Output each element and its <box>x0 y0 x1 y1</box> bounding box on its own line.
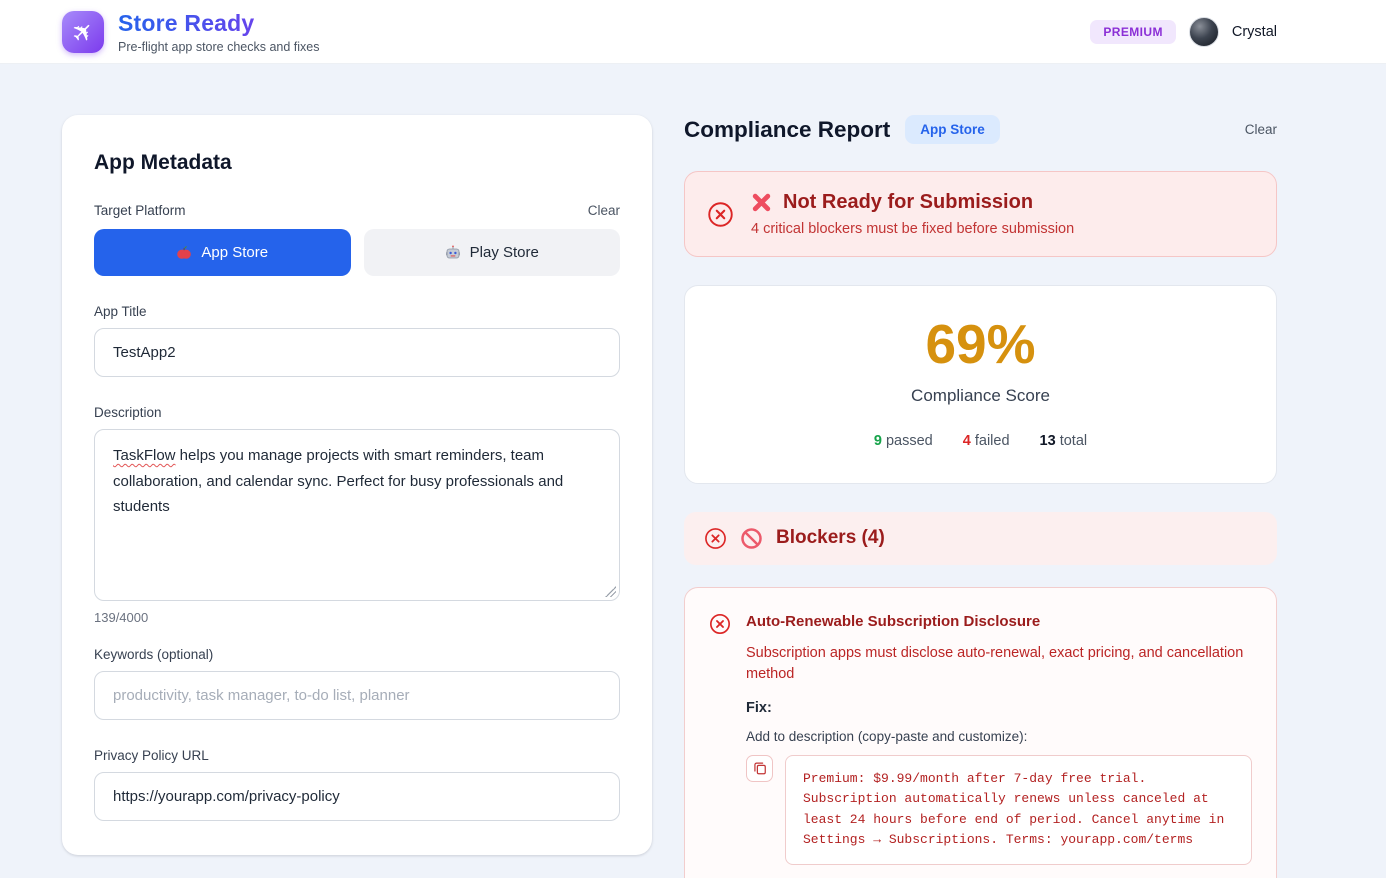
score-label: Compliance Score <box>705 386 1256 406</box>
airplane-icon: ✈ <box>66 15 100 49</box>
metadata-card-title: App Metadata <box>94 151 620 175</box>
not-ready-alert: Not Ready for Submission 4 critical bloc… <box>684 171 1277 257</box>
target-platform-label: Target Platform <box>94 203 186 218</box>
privacy-policy-input[interactable] <box>94 772 620 821</box>
alert-title-text: Not Ready for Submission <box>783 191 1033 214</box>
failed-stat: 4 failed <box>963 433 1010 449</box>
app-metadata-card: App Metadata Target Platform Clear App S… <box>62 115 652 855</box>
blockers-title: Blockers (4) <box>776 527 885 549</box>
fix-snippet-code[interactable]: Premium: $9.99/month after 7-day free tr… <box>785 755 1252 865</box>
app-store-button-label: App Store <box>201 244 268 261</box>
compliance-score-card: 69% Compliance Score 9 passed 4 failed 1… <box>684 285 1277 484</box>
description-misspelled-word: TaskFlow <box>113 447 176 464</box>
fix-label: Fix: <box>746 700 1252 716</box>
report-platform-badge: App Store <box>905 115 1000 144</box>
app-store-button[interactable]: App Store <box>94 229 351 276</box>
alert-subtitle: 4 critical blockers must be fixed before… <box>751 221 1254 237</box>
top-bar: ✈ Store Ready Pre-flight app store check… <box>0 0 1386 64</box>
metadata-clear-link[interactable]: Clear <box>588 203 620 218</box>
description-textarea[interactable]: TaskFlow helps you manage projects with … <box>94 429 620 601</box>
app-title-label: App Title <box>94 304 620 319</box>
description-text: helps you manage projects with smart rem… <box>113 447 563 515</box>
error-circle-icon <box>709 613 731 635</box>
app-title: Store Ready <box>118 10 320 37</box>
error-circle-icon <box>704 527 727 550</box>
brand: ✈ Store Ready Pre-flight app store check… <box>62 10 320 54</box>
keywords-input[interactable] <box>94 671 620 720</box>
robot-icon <box>445 245 461 261</box>
fix-instruction: Add to description (copy-paste and custo… <box>746 729 1252 744</box>
description-char-count: 139/4000 <box>94 610 620 625</box>
report-title: Compliance Report <box>684 117 890 143</box>
copy-icon <box>753 761 767 775</box>
blockers-section-header: Blockers (4) <box>684 512 1277 565</box>
blocker-description: Subscription apps must disclose auto-ren… <box>746 643 1252 685</box>
cross-mark-icon <box>751 192 772 213</box>
report-clear-link[interactable]: Clear <box>1245 122 1277 137</box>
privacy-policy-label: Privacy Policy URL <box>94 748 620 763</box>
no-entry-icon <box>740 527 763 550</box>
error-circle-icon <box>707 201 734 228</box>
blocker-item: Auto-Renewable Subscription Disclosure S… <box>684 587 1277 878</box>
apple-icon <box>176 245 192 261</box>
score-value: 69% <box>705 316 1256 374</box>
play-store-button[interactable]: Play Store <box>364 229 621 276</box>
app-logo: ✈ <box>62 11 104 53</box>
blocker-title: Auto-Renewable Subscription Disclosure <box>746 610 1252 630</box>
avatar[interactable] <box>1189 17 1219 47</box>
app-title-input[interactable] <box>94 328 620 377</box>
copy-snippet-button[interactable] <box>746 755 773 782</box>
user-name: Crystal <box>1232 24 1277 40</box>
keywords-label: Keywords (optional) <box>94 647 620 662</box>
total-stat: 13 total <box>1040 433 1088 449</box>
play-store-button-label: Play Store <box>470 244 539 261</box>
app-subtitle: Pre-flight app store checks and fixes <box>118 40 320 54</box>
passed-stat: 9 passed <box>874 433 933 449</box>
description-label: Description <box>94 405 620 420</box>
premium-badge: PREMIUM <box>1090 20 1175 44</box>
